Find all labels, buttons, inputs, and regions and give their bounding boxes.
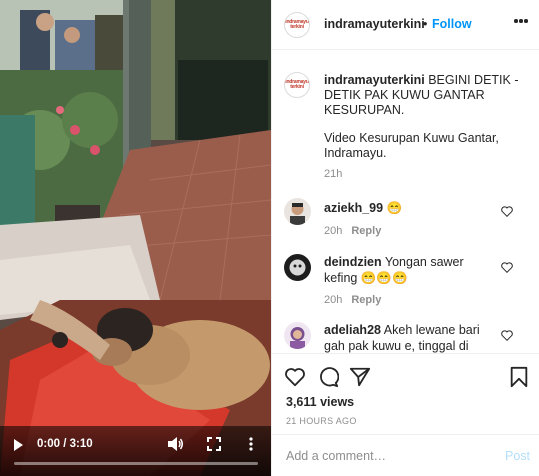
caption-username[interactable]: indramayuterkini xyxy=(324,73,425,87)
author-avatar[interactable]: indramayu terkini xyxy=(284,12,310,38)
comment-meta: 20h Reply xyxy=(324,225,381,237)
caption-timestamp[interactable]: 21h xyxy=(324,168,342,180)
video-time: 0:00 / 3:10 xyxy=(37,438,93,450)
post-timestamp[interactable]: 21 HOURS AGO xyxy=(286,416,357,426)
caption-avatar-logo-text: indramayu terkini xyxy=(285,79,309,90)
instagram-post: 0:00 / 3:10 indramayu terkini indramayut… xyxy=(0,0,539,476)
caption-avatar[interactable]: indramayu terkini xyxy=(284,72,310,98)
post-comment-button[interactable]: Post xyxy=(505,449,530,463)
caption-text: indramayuterkini BEGINI DETIK - DETIK PA… xyxy=(324,73,529,118)
comment-icon[interactable] xyxy=(317,366,339,388)
play-icon[interactable] xyxy=(14,439,23,451)
avatar-logo-text: indramayu terkini xyxy=(285,19,309,30)
comment-like-icon[interactable] xyxy=(501,206,513,217)
comment-time[interactable]: 20h xyxy=(324,294,342,306)
comment-avatar[interactable] xyxy=(284,322,311,349)
bookmark-icon[interactable] xyxy=(508,366,530,388)
comment-like-icon[interactable] xyxy=(501,262,513,273)
more-options-icon[interactable] xyxy=(514,19,528,23)
comment-text: adeliah28 Akeh lewane bari gah pak kuwu … xyxy=(324,323,492,353)
comment-input[interactable] xyxy=(286,447,486,465)
post-header: indramayu terkini indramayuterkini • Fol… xyxy=(272,0,539,50)
comment-avatar[interactable] xyxy=(284,198,311,225)
comment-text: aziekh_99 😁 xyxy=(324,201,492,217)
post-side-panel: indramayu terkini indramayuterkini • Fol… xyxy=(271,0,539,476)
comment-text: deindzien Yongan sawer kefing 😁😁😁 xyxy=(324,255,492,286)
comment-avatar[interactable] xyxy=(284,254,311,281)
comments-list[interactable]: indramayu terkini indramayuterkini BEGIN… xyxy=(272,51,539,353)
post-actions: 3,611 views 21 HOURS AGO Post xyxy=(272,353,539,476)
comment-meta: 20h Reply xyxy=(324,294,381,306)
comment-username[interactable]: adeliah28 xyxy=(324,323,381,337)
comment-username[interactable]: aziekh_99 xyxy=(324,201,383,215)
video-player[interactable]: 0:00 / 3:10 xyxy=(0,0,271,476)
follow-button[interactable]: Follow xyxy=(432,17,472,31)
fullscreen-icon[interactable] xyxy=(207,437,221,451)
caption-subtext: Video Kesurupan Kuwu Gantar, Indramayu. xyxy=(324,131,499,160)
video-controls: 0:00 / 3:10 xyxy=(0,426,271,476)
comment-username[interactable]: deindzien xyxy=(324,255,382,269)
video-frame xyxy=(0,0,271,476)
reply-button[interactable]: Reply xyxy=(351,225,381,237)
volume-icon[interactable] xyxy=(168,437,184,451)
reply-button[interactable]: Reply xyxy=(351,294,381,306)
comment-body: 😁 xyxy=(386,201,403,215)
heart-icon[interactable] xyxy=(284,366,306,388)
author-username[interactable]: indramayuterkini xyxy=(324,17,425,31)
add-comment-bar: Post xyxy=(272,434,539,476)
comment-time[interactable]: 20h xyxy=(324,225,342,237)
video-progress-bar[interactable] xyxy=(14,462,258,465)
header-separator: • xyxy=(423,17,428,31)
more-vert-icon[interactable] xyxy=(248,437,254,451)
share-icon[interactable] xyxy=(349,366,371,388)
comment-like-icon[interactable] xyxy=(501,330,513,341)
view-count[interactable]: 3,611 views xyxy=(286,395,354,409)
